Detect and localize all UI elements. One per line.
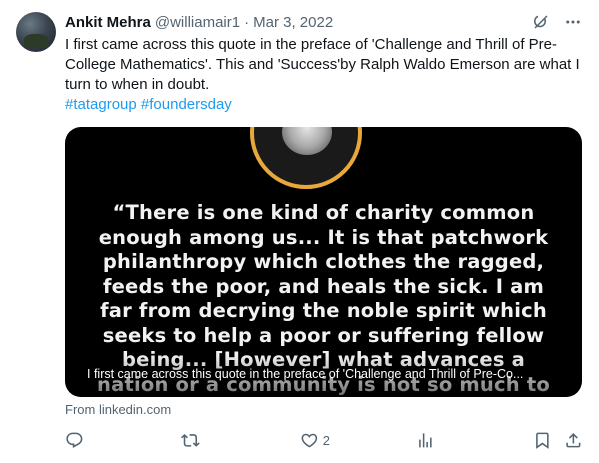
like-count: 2: [322, 432, 330, 448]
like-button[interactable]: 2: [300, 430, 330, 450]
views-icon: [419, 432, 432, 448]
bookmark-icon: [536, 432, 549, 449]
card-source[interactable]: From linkedin.com: [65, 402, 171, 417]
author-handle[interactable]: @williamair1: [155, 14, 240, 31]
reply-icon: [66, 432, 83, 448]
grok-icon[interactable]: [531, 12, 551, 32]
hashtag-foundersday[interactable]: #foundersday: [141, 96, 232, 113]
action-bar: 2: [65, 430, 587, 450]
author-name[interactable]: Ankit Mehra: [65, 14, 151, 31]
bookmark-button[interactable]: [533, 430, 552, 450]
hashtags: #tatagroup #foundersday: [65, 95, 232, 115]
card-caption: I first came across this quote in the pr…: [87, 367, 524, 381]
hashtag-tatagroup[interactable]: #tatagroup: [65, 96, 137, 113]
tweet[interactable]: Ankit Mehra @williamair1 · Mar 3, 2022 I…: [0, 0, 599, 463]
repost-button[interactable]: [181, 430, 204, 450]
reply-button[interactable]: [65, 430, 88, 450]
more-icon[interactable]: [563, 12, 583, 32]
tweet-text: I first came across this quote in the pr…: [65, 36, 580, 93]
repost-icon: [181, 433, 200, 447]
views-button[interactable]: [416, 430, 439, 450]
header-actions: [531, 12, 583, 32]
share-icon: [566, 432, 581, 448]
link-card[interactable]: “There is one kind of charity common eno…: [65, 127, 582, 397]
portrait-image: [250, 127, 362, 189]
separator-dot: ·: [244, 13, 250, 31]
tweet-date[interactable]: Mar 3, 2022: [253, 14, 333, 31]
tweet-header: Ankit Mehra @williamair1 · Mar 3, 2022: [65, 12, 583, 32]
like-icon: [301, 433, 318, 448]
avatar[interactable]: [16, 12, 56, 52]
share-button[interactable]: [564, 430, 583, 450]
